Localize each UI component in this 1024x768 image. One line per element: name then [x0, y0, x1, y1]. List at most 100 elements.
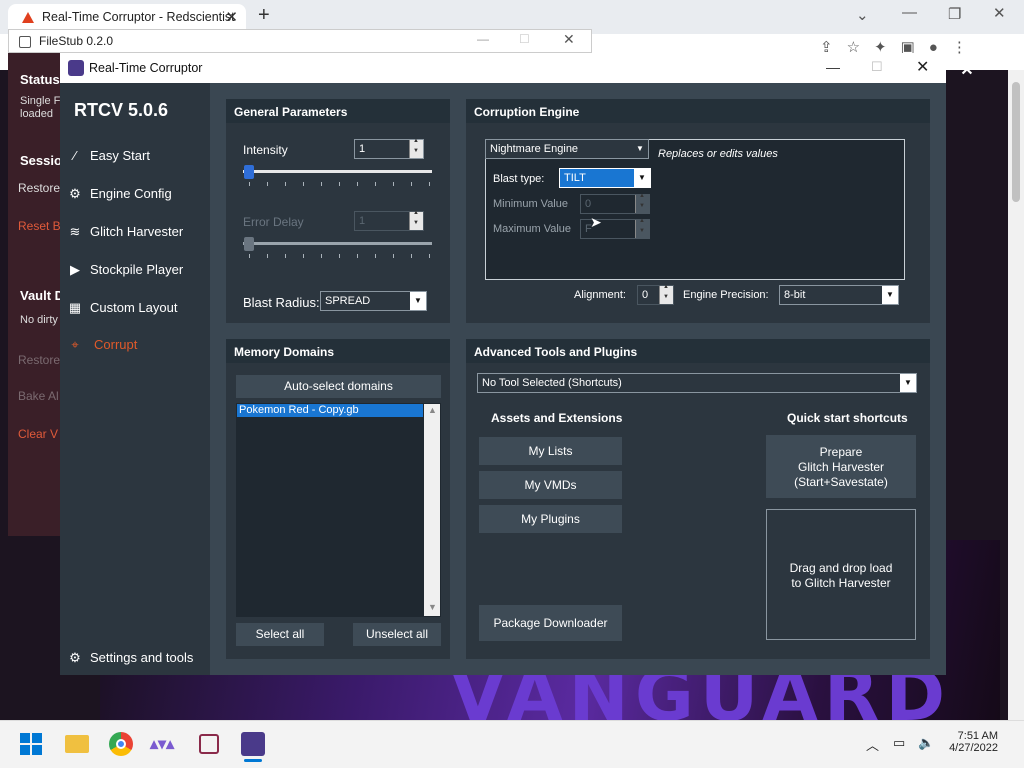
- min-value-input[interactable]: 0: [580, 193, 650, 214]
- memory-domains-heading: Memory Domains: [226, 339, 450, 363]
- nav-engine-config[interactable]: ⚙ Engine Config: [68, 182, 208, 206]
- blast-radius-value: SPREAD: [325, 295, 371, 307]
- blast-type-select[interactable]: TILT ▼: [559, 168, 651, 188]
- vanguard-app-icon[interactable]: ▴▾▴: [150, 734, 174, 754]
- prepare-line: (Start+Savestate): [794, 475, 888, 489]
- page-scrollbar[interactable]: [1008, 70, 1024, 720]
- filestub-clear[interactable]: Clear V: [18, 427, 58, 441]
- intensity-input[interactable]: 1: [354, 138, 424, 159]
- blast-radius-select[interactable]: SPREAD ▼: [320, 291, 427, 311]
- filestub-session-heading: Sessio: [20, 153, 62, 168]
- nav-custom-layout[interactable]: ▦ Custom Layout: [68, 296, 208, 320]
- gear-icon: ⚙: [69, 650, 81, 665]
- error-delay-value: 1: [359, 215, 366, 227]
- error-delay-input[interactable]: 1: [354, 210, 424, 231]
- close-icon[interactable]: ✕: [993, 4, 1006, 22]
- intensity-slider-thumb[interactable]: [244, 165, 254, 179]
- filestub-maximize-icon[interactable]: ☐: [519, 32, 530, 46]
- volume-icon[interactable]: 🔈: [918, 735, 934, 751]
- min-value-spinner[interactable]: [635, 193, 649, 213]
- browser-tab[interactable]: Real-Time Corruptor - Redscientist ✕: [8, 4, 246, 32]
- scrollbar-thumb[interactable]: [1012, 82, 1020, 202]
- error-delay-slider-thumb[interactable]: [244, 237, 254, 251]
- intensity-spinner[interactable]: [409, 138, 423, 158]
- engine-select[interactable]: Nightmare Engine ▼: [485, 139, 649, 159]
- layers-icon: ≋: [69, 224, 81, 239]
- filestub-restore[interactable]: Restore: [18, 181, 60, 195]
- my-vmds-button[interactable]: My VMDs: [479, 471, 622, 499]
- filestub-titlebar[interactable]: FileStub 0.2.0 — ☐ ✕: [8, 29, 592, 53]
- minimize-icon[interactable]: —: [902, 4, 917, 21]
- rtc-minimize-icon[interactable]: —: [826, 59, 840, 75]
- error-delay-spinner[interactable]: [409, 210, 423, 230]
- intensity-slider-track[interactable]: [243, 170, 432, 173]
- nav-stockpile-player[interactable]: ▶ Stockpile Player: [68, 258, 208, 282]
- auto-select-button[interactable]: Auto-select domains: [236, 375, 441, 398]
- filestub-status-line1: Single F: [20, 95, 61, 107]
- select-all-button[interactable]: Select all: [236, 623, 324, 646]
- filestub-title: FileStub 0.2.0: [39, 34, 114, 48]
- rtc-app-icon[interactable]: [241, 732, 265, 756]
- chrome-icon[interactable]: [109, 732, 133, 756]
- rtc-maximize-icon[interactable]: ☐: [871, 59, 883, 75]
- nav-label: Glitch Harvester: [90, 224, 184, 239]
- rtc-app-icon: [68, 60, 84, 76]
- alignment-input[interactable]: 0: [637, 284, 674, 305]
- assets-heading: Assets and Extensions: [491, 411, 623, 425]
- list-item[interactable]: Pokemon Red - Copy.gb: [237, 404, 423, 417]
- scroll-up-icon[interactable]: ▲: [428, 405, 437, 415]
- error-delay-slider-track[interactable]: [243, 242, 432, 245]
- my-plugins-button[interactable]: My Plugins: [479, 505, 622, 533]
- nav-corrupt[interactable]: ⌖ Corrupt: [68, 333, 208, 357]
- engine-precision-label: Engine Precision:: [683, 289, 769, 301]
- package-downloader-button[interactable]: Package Downloader: [479, 605, 622, 641]
- my-lists-button[interactable]: My Lists: [479, 437, 622, 465]
- intensity-ticks: [249, 182, 433, 186]
- scroll-down-icon[interactable]: ▼: [428, 602, 437, 612]
- windows-start-icon[interactable]: [20, 733, 42, 755]
- filestub-status-line2: loaded: [20, 108, 54, 120]
- alignment-spinner[interactable]: [659, 284, 673, 304]
- intensity-label: Intensity: [243, 143, 288, 157]
- file-explorer-icon[interactable]: [65, 735, 89, 753]
- prepare-glitch-harvester-button[interactable]: Prepare Glitch Harvester (Start+Savestat…: [766, 435, 916, 498]
- filestub-bake[interactable]: Bake Al: [18, 389, 59, 403]
- chevron-down-icon: ▼: [632, 140, 648, 158]
- advanced-tools-heading: Advanced Tools and Plugins: [466, 339, 930, 363]
- vanguard-banner: VANGUARD: [450, 670, 952, 720]
- chevron-up-icon[interactable]: ︿: [866, 735, 879, 754]
- clock[interactable]: 7:51 AM 4/27/2022: [948, 730, 998, 754]
- nav-label: Corrupt: [94, 337, 138, 352]
- tab-search-icon[interactable]: ⌄: [856, 6, 869, 24]
- rtc-close-icon[interactable]: ✕: [916, 57, 929, 77]
- overlay-close-icon[interactable]: ✕: [955, 60, 979, 84]
- rtc-titlebar[interactable]: Real-Time Corruptor — ☐ ✕: [60, 53, 946, 83]
- unselect-all-button[interactable]: Unselect all: [353, 623, 441, 646]
- domains-scrollbar[interactable]: ▲ ▼: [424, 404, 440, 616]
- chevron-down-icon: ▼: [900, 374, 916, 392]
- filestub-close-icon[interactable]: ✕: [563, 31, 575, 48]
- filestub-reset[interactable]: Reset B: [18, 219, 61, 233]
- filestub-vault-heading: Vault D: [20, 288, 65, 303]
- close-tab-icon[interactable]: ✕: [225, 8, 238, 26]
- filestub-restore2[interactable]: Restore: [18, 353, 60, 367]
- alignment-label: Alignment:: [574, 289, 626, 301]
- max-value-spinner[interactable]: [635, 218, 649, 238]
- filestub-minimize-icon[interactable]: —: [477, 32, 489, 46]
- network-icon[interactable]: ▭: [893, 735, 905, 751]
- engine-precision-select[interactable]: 8-bit ▼: [779, 285, 899, 305]
- nav-settings[interactable]: ⚙ Settings and tools: [68, 646, 208, 670]
- nav-glitch-harvester[interactable]: ≋ Glitch Harvester: [68, 220, 208, 244]
- drag-drop-zone[interactable]: Drag and drop load to Glitch Harvester: [766, 509, 916, 640]
- max-value-label: Maximum Value: [493, 223, 572, 235]
- new-tab-icon[interactable]: +: [258, 4, 270, 27]
- chevron-down-icon: ▼: [410, 292, 426, 310]
- nav-label: Stockpile Player: [90, 262, 184, 277]
- tool-select[interactable]: No Tool Selected (Shortcuts) ▼: [477, 373, 917, 393]
- filestub-app-icon[interactable]: [199, 734, 219, 754]
- domains-list[interactable]: [236, 403, 441, 617]
- restore-icon[interactable]: ❐: [948, 5, 961, 23]
- nav-easy-start[interactable]: ⁄ Easy Start: [68, 144, 208, 168]
- chevron-down-icon: ▼: [634, 169, 650, 187]
- blast-type-value: TILT: [564, 172, 586, 184]
